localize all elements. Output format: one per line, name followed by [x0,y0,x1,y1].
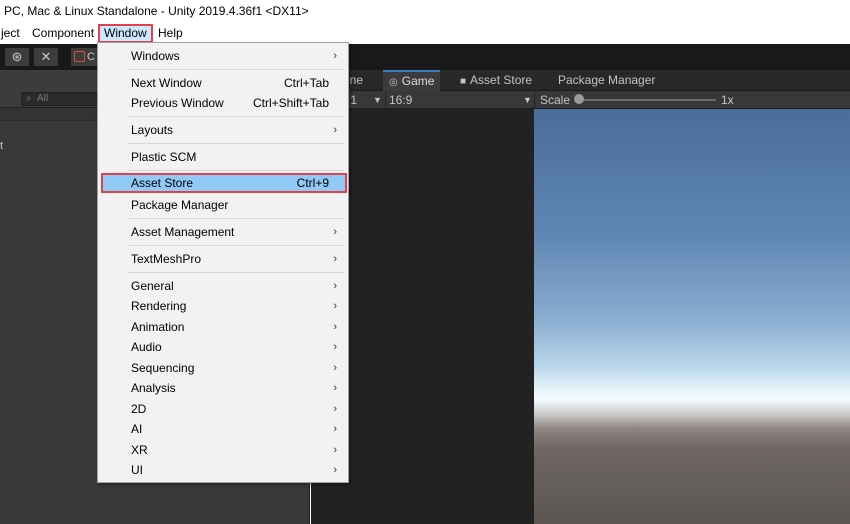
menu-item-ui[interactable]: UI › [99,460,347,480]
menu-item-ai[interactable]: AI › [99,419,347,439]
menu-separator [128,69,344,70]
menu-separator [128,116,344,117]
menu-item-animation[interactable]: Animation › [99,317,347,337]
menu-separator [128,245,344,246]
window-menu-dropdown: Windows › Next Window Ctrl+Tab Previous … [97,42,349,483]
menu-item-xr[interactable]: XR › [99,440,347,460]
collab-button[interactable]: C [70,47,100,67]
menu-item-next-window[interactable]: Next Window Ctrl+Tab [99,73,347,93]
menu-item-2d[interactable]: 2D › [99,399,347,419]
chevron-right-icon: › [333,50,337,62]
menu-item-asset-store[interactable]: Asset Store Ctrl+9 [101,173,347,193]
tab-game[interactable]: ◎ Game [383,70,441,91]
chevron-right-icon: › [333,464,337,476]
menu-separator [128,218,344,219]
separator [385,91,386,109]
menu-separator [128,143,344,144]
menu-item-layouts[interactable]: Layouts › [99,120,347,140]
rect-tool-button[interactable]: ⊛ [4,47,30,67]
menu-item-general[interactable]: General › [99,276,347,296]
menu-separator [128,170,344,171]
scale-slider-handle[interactable] [574,94,584,104]
tab-game-label: Game [401,74,435,88]
chevron-right-icon: › [333,300,337,312]
chevron-right-icon: › [333,444,337,456]
menu-separator [128,272,344,273]
display-caret-icon: ▼ [373,95,382,105]
scale-label: Scale [540,93,571,107]
chevron-right-icon: › [333,403,337,415]
menu-window[interactable]: Window [98,24,153,43]
menu-help[interactable]: Help [154,24,187,43]
chevron-right-icon: › [333,341,337,353]
menu-item-package-manager[interactable]: Package Manager [99,195,347,215]
hierarchy-item[interactable]: t [0,140,3,152]
menu-item-plastic-scm[interactable]: Plastic SCM [99,147,347,167]
chevron-right-icon: › [333,362,337,374]
menu-item-rendering[interactable]: Rendering › [99,296,347,316]
menu-item-previous-window[interactable]: Previous Window Ctrl+Shift+Tab [99,93,347,113]
menu-project[interactable]: ject [0,24,24,43]
chevron-right-icon: › [333,321,337,333]
rect-transform-icon: ⊛ [11,49,23,64]
game-view[interactable] [534,109,850,524]
gamepad-icon: ◎ [389,77,398,88]
window-title: PC, Mac & Linux Standalone - Unity 2019.… [4,4,309,18]
menu-item-asset-management[interactable]: Asset Management › [99,222,347,242]
aspect-dropdown[interactable]: 16:9 [389,92,412,108]
collab-label: C [87,51,95,63]
aspect-caret-icon: ▼ [523,95,532,105]
chevron-right-icon: › [333,253,337,265]
menu-item-textmeshpro[interactable]: TextMeshPro › [99,249,347,269]
game-toolbar: y 1 ▼ 16:9 ▼ Scale 1x [311,91,850,109]
menu-item-sequencing[interactable]: Sequencing › [99,358,347,378]
menu-bar: ject Component Window Help [0,22,850,44]
lock-icon: ■ [460,76,467,87]
search-placeholder: All [37,93,49,104]
tab-package-manager[interactable]: Package Manager [552,70,661,91]
view-tab-bar: ene ◎ Game ■ Asset Store Package Manager [311,70,850,91]
separator [534,91,535,109]
collab-icon [74,51,85,62]
menu-item-windows[interactable]: Windows › [99,46,347,66]
chevron-right-icon: › [333,280,337,292]
view-area: ene ◎ Game ■ Asset Store Package Manager y… [311,70,850,524]
menu-item-analysis[interactable]: Analysis › [99,378,347,398]
chevron-right-icon: › [333,226,337,238]
chevron-right-icon: › [333,423,337,435]
custom-tool-button[interactable]: ✕ [33,47,59,67]
search-icon: ⌕ [26,93,32,104]
title-bar: PC, Mac & Linux Standalone - Unity 2019.… [0,0,850,22]
scale-slider-track[interactable] [578,99,716,101]
menu-component[interactable]: Component [28,24,98,43]
scale-value: 1x [721,93,734,107]
chevron-right-icon: › [333,382,337,394]
menu-item-audio[interactable]: Audio › [99,337,347,357]
tab-asset-store-label: Asset Store [470,73,533,87]
chevron-right-icon: › [333,124,337,136]
tools-icon: ✕ [40,49,52,64]
tab-asset-store[interactable]: ■ Asset Store [454,70,538,91]
